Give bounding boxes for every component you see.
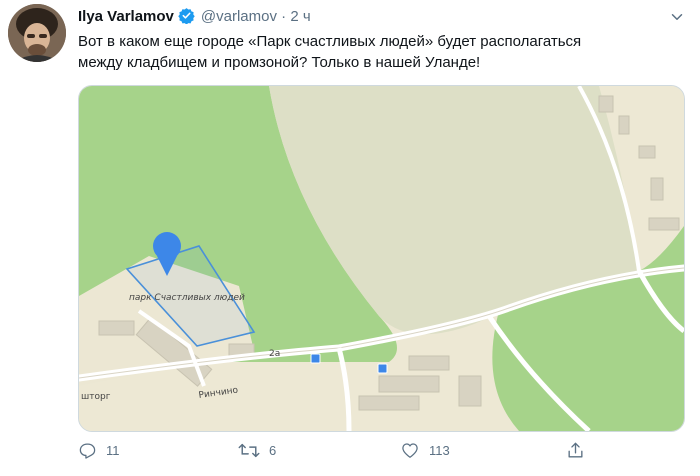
shop-label: шторг (81, 392, 111, 402)
author-name[interactable]: Ilya Varlamov (78, 8, 174, 25)
share-button[interactable] (566, 441, 585, 460)
author-handle[interactable]: @varlamov (201, 8, 277, 25)
like-button[interactable]: 113 (400, 441, 450, 460)
caret-down-icon[interactable] (668, 8, 686, 31)
tweet-actions: 11 6 113 (78, 441, 688, 469)
reply-icon (78, 441, 97, 460)
tweet-text-line: между кладбищем и промзоной? Только в на… (78, 54, 481, 71)
like-icon (400, 441, 420, 460)
park-label: парк Счастливых людей (129, 293, 245, 303)
retweet-button[interactable]: 6 (238, 441, 276, 460)
tweet-text-line: Вот в каком еще городе «Парк счастливых … (78, 33, 582, 50)
share-icon (566, 441, 585, 460)
like-count: 113 (429, 443, 450, 458)
tweet-text: Вот в каком еще городе «Парк счастливых … (78, 31, 688, 73)
verified-badge-icon (178, 7, 195, 30)
house-label: 2а (269, 349, 280, 359)
map-image[interactable]: парк Счастливых людей Ринчино шторг 2а (78, 85, 685, 432)
tweet-timestamp[interactable]: 2 ч (290, 8, 310, 25)
reply-count: 11 (106, 443, 120, 458)
retweet-count: 6 (269, 443, 277, 458)
header-separator: · (281, 8, 287, 25)
avatar[interactable] (8, 4, 66, 62)
tweet-header: Ilya Varlamov @varlamov · 2 ч (78, 7, 311, 30)
reply-button[interactable]: 11 (78, 441, 120, 460)
retweet-icon (238, 441, 260, 460)
